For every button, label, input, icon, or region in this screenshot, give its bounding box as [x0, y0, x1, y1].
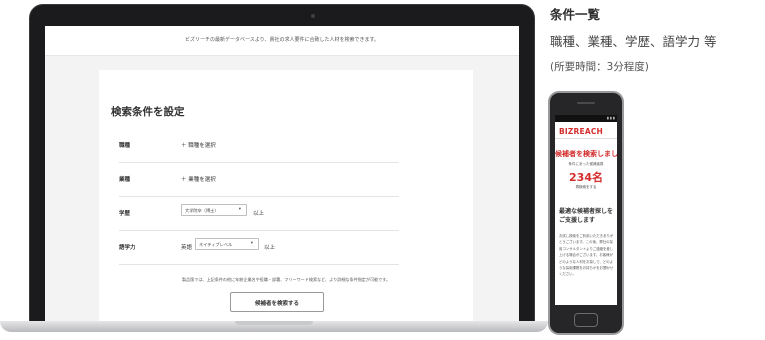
row-label: 職種 [119, 143, 131, 149]
form-note: 製品版では、上記条件の他に年齢企業名や役職・部署、フリーワード検索など、より詳細… [181, 277, 391, 282]
status-bar: ▮ ▮ ▮ [555, 115, 617, 122]
intro-text: ビズリーチの最新データベースより、貴社の求人要件に合致した人材を検索できます。 [185, 37, 379, 43]
screen-header: ビズリーチの最新データベースより、貴社の求人要件に合致した人材を検索できます。 [45, 26, 519, 56]
research-link[interactable]: 再検索をする [555, 185, 617, 190]
education-select-value: 大学院卒（博士） [185, 208, 219, 213]
divider [555, 138, 617, 139]
row-label: 学歴 [119, 211, 131, 217]
row-industry: 業種 ＋ 業種を選択 [119, 163, 399, 197]
language-level-select[interactable]: ネイティブレベル ▾ [195, 238, 259, 250]
select-industry-link[interactable]: ＋ 業種を選択 [181, 175, 216, 183]
row-label: 業種 [119, 177, 131, 183]
speaker-icon [577, 102, 595, 104]
select-job-type-link[interactable]: ＋ 職種を選択 [181, 141, 216, 149]
row-language: 語学力 英語 ネイティブレベル ▾ 以上 [119, 231, 399, 265]
chevron-down-icon: ▾ [250, 241, 253, 246]
result-subtitle: 条件にあった候補者数 [568, 162, 604, 166]
laptop-screen: ビズリーチの最新データベースより、貴社の求人要件に合致した人材を検索できます。 … [45, 26, 519, 323]
education-select[interactable]: 大学院卒（博士） ▾ [181, 204, 247, 216]
home-button [574, 313, 598, 327]
search-candidates-button[interactable]: 候補者を検索する [230, 292, 324, 312]
search-form-card: 検索条件を設定 職種 ＋ 職種を選択 業種 ＋ 業種を選択 学歴 大学院卒（博士… [99, 70, 473, 323]
language-suffix: 以上 [264, 245, 276, 251]
result-heading: 候補者を検索しました [555, 150, 617, 158]
support-heading: 最適な候補者探しをご支援します [559, 208, 614, 224]
laptop-notch [235, 321, 313, 325]
side-description: 職種、業種、学歴、語学力 等 [550, 34, 717, 49]
form-title: 検索条件を設定 [111, 106, 185, 118]
camera-icon [311, 14, 315, 18]
row-label: 語学力 [119, 245, 136, 251]
row-job-type: 職種 ＋ 職種を選択 [119, 129, 399, 163]
language-select-value: ネイティブレベル [199, 242, 233, 247]
language-prefix: 英語 [181, 245, 193, 251]
support-body: お試し検索をご利用いただきありがとうございます。この後、弊社の採用コンサルタント… [559, 234, 614, 277]
phone-frame: ▮ ▮ ▮ BIZREACH 候補者を検索しました 条件にあった候補者数 234… [548, 91, 624, 335]
phone-screen: ▮ ▮ ▮ BIZREACH 候補者を検索しました 条件にあった候補者数 234… [555, 115, 617, 305]
row-education: 学歴 大学院卒（博士） ▾ 以上 [119, 197, 399, 231]
candidate-count: 234名 [569, 171, 603, 184]
education-suffix: 以上 [253, 211, 265, 217]
chevron-down-icon: ▾ [238, 207, 241, 212]
side-heading: 条件一覧 [550, 7, 601, 22]
brand-logo: BIZREACH [559, 127, 604, 136]
side-note: (所要時間：3分程度) [550, 61, 649, 73]
